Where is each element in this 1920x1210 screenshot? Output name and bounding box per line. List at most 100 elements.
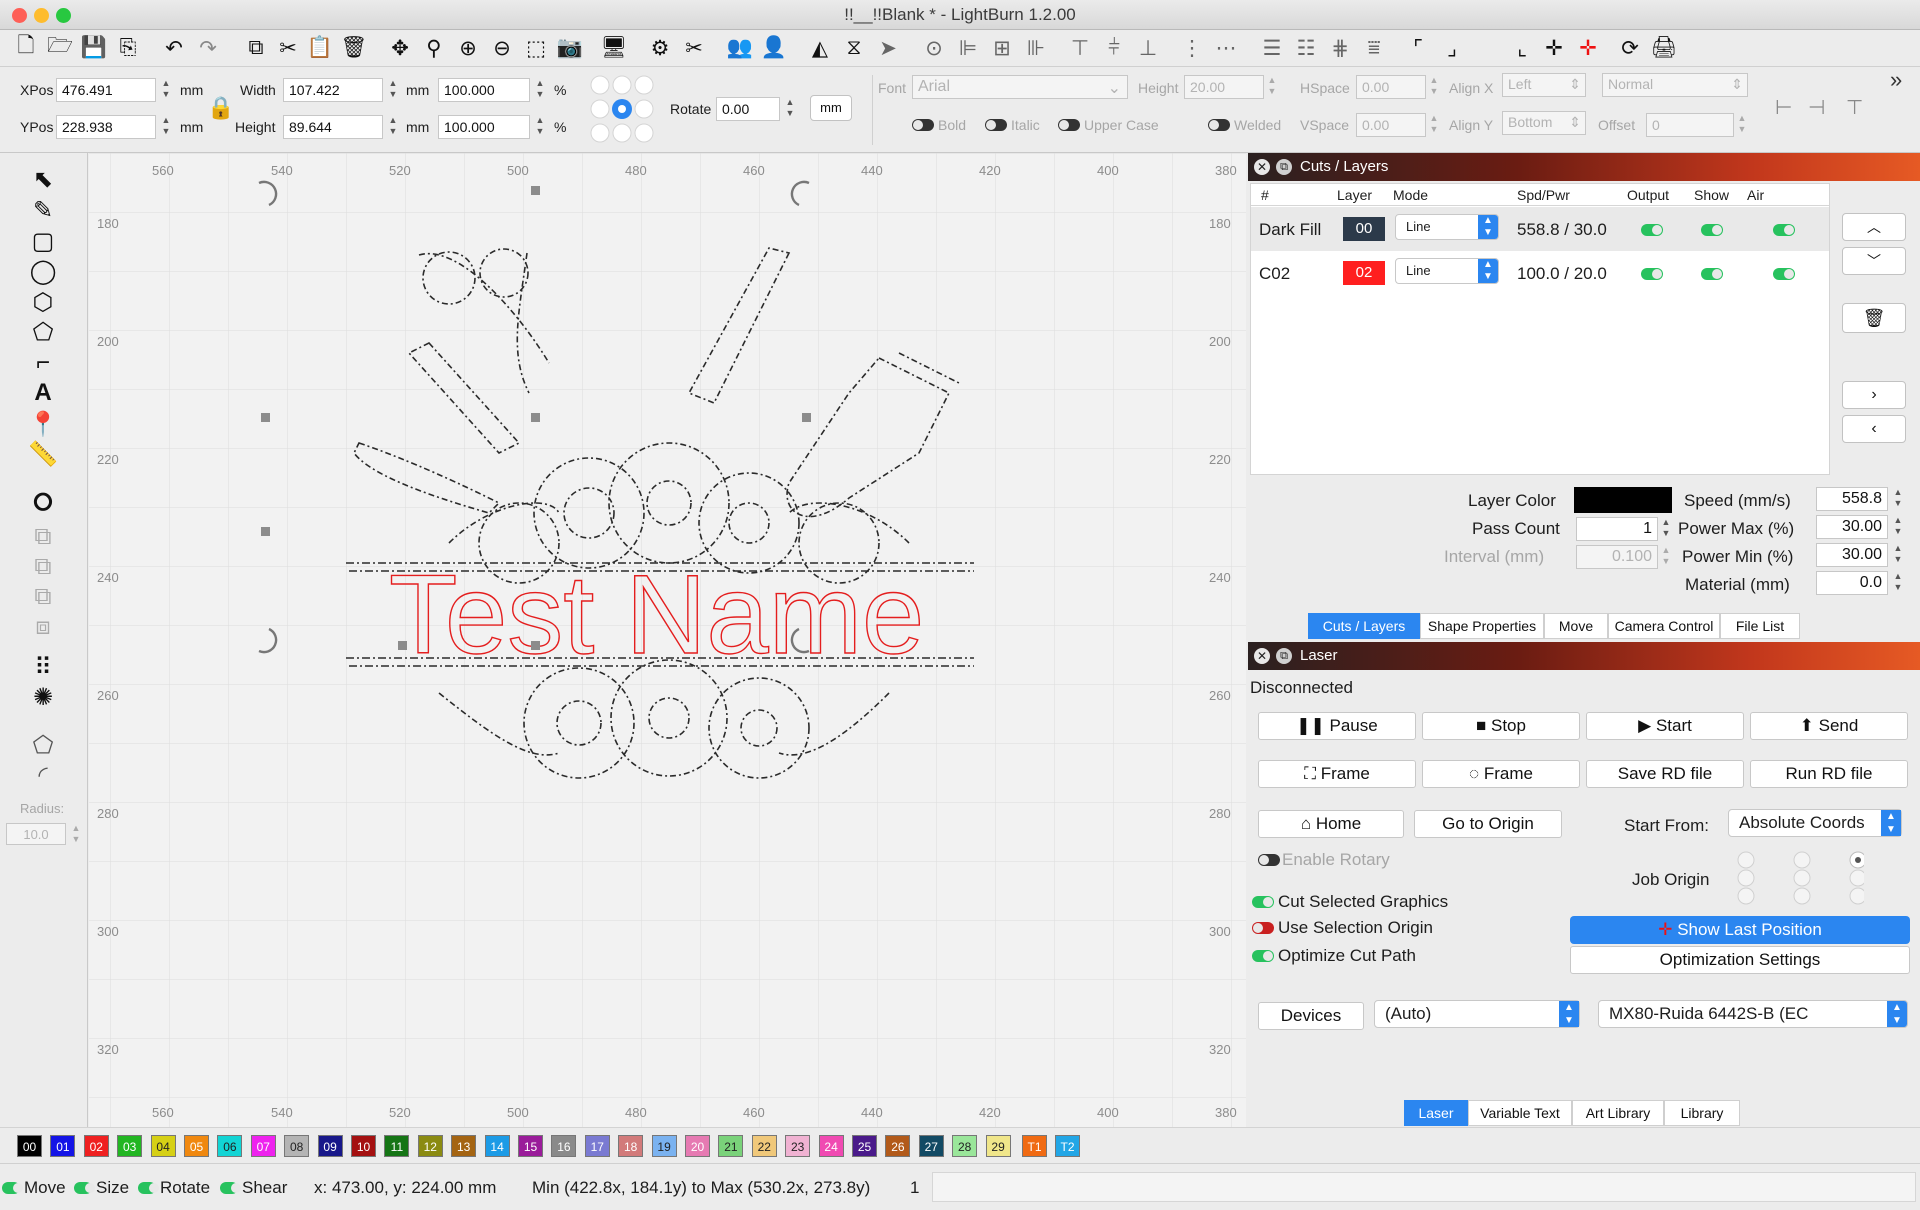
tab-library[interactable]: Library <box>1664 1100 1740 1126</box>
palette-swatch-03[interactable]: 03 <box>117 1135 143 1157</box>
output-toggle[interactable] <box>1641 224 1663 236</box>
start-from-select[interactable]: Absolute Coords ▲ ▼ <box>1728 809 1902 837</box>
save-as-icon[interactable]: ⎘ <box>114 34 142 62</box>
zoom-frame-icon[interactable]: ⬚ <box>522 34 550 62</box>
palette-swatch-00[interactable]: 00 <box>17 1135 42 1157</box>
units-toggle-button[interactable]: mm <box>810 95 852 121</box>
aligny-select[interactable]: Bottom ⇕ <box>1502 111 1586 135</box>
minimize-window-button[interactable] <box>34 8 49 23</box>
font-select[interactable]: Arial ⌄ <box>912 75 1128 99</box>
show-last-position-button[interactable]: ✛ Show Last Position <box>1570 916 1910 944</box>
offset-input[interactable] <box>1646 113 1734 137</box>
zoom-icon[interactable]: ⚲ <box>420 34 448 62</box>
palette-swatch-02[interactable]: 02 <box>83 1135 109 1157</box>
palette-swatch-17[interactable]: 17 <box>584 1135 610 1157</box>
pass-count-stepper[interactable]: ▲ ▼ <box>1660 517 1672 541</box>
run-rd-button[interactable]: Run RD file <box>1750 760 1908 788</box>
interval-input[interactable] <box>1576 545 1658 569</box>
grid-array-icon[interactable]: ⠿ <box>27 653 59 681</box>
fillet-tool-icon[interactable]: ◜ <box>27 761 59 789</box>
devices-button[interactable]: Devices <box>1258 1002 1364 1030</box>
align-bottom-icon[interactable]: ⊥ <box>1134 34 1162 62</box>
cut-icon[interactable]: ✂ <box>274 34 302 62</box>
alignx-select[interactable]: Left ⇕ <box>1502 73 1586 97</box>
position-laser-icon[interactable]: 📍 <box>27 410 59 438</box>
scale-width-stepper[interactable]: ▲ ▼ <box>534 78 546 102</box>
table-row[interactable]: C02 02 Line ▲ ▼ 100.0 / 20.0 <box>1251 251 1829 295</box>
users-icon[interactable]: 👥 <box>726 34 754 62</box>
move-layer-up-button[interactable]: ︿ <box>1842 213 1906 241</box>
radius-input[interactable] <box>6 823 66 845</box>
optimization-settings-button[interactable]: Optimization Settings <box>1570 946 1910 974</box>
distribute-h-icon[interactable]: ⋮ <box>1178 34 1206 62</box>
text-mode-select[interactable]: Normal ⇕ <box>1602 73 1748 97</box>
cut-selected-toggle[interactable] <box>1252 896 1274 908</box>
redo-icon[interactable]: ↷ <box>194 34 222 62</box>
palette-swatch-16[interactable]: 16 <box>551 1135 577 1157</box>
palette-swatch-01[interactable]: 01 <box>50 1135 76 1157</box>
ypos-input[interactable] <box>56 115 156 139</box>
palette-swatch-13[interactable]: 13 <box>451 1135 477 1157</box>
palette-swatch-05[interactable]: 05 <box>184 1135 209 1157</box>
hspace-input[interactable] <box>1356 75 1426 99</box>
tab-move[interactable]: Move <box>1544 613 1608 639</box>
align-top-icon[interactable]: ⊤ <box>1066 34 1094 62</box>
hspace-stepper[interactable]: ▲ ▼ <box>1428 75 1440 99</box>
device-select[interactable]: MX80-Ruida 6442S-B (EC ▲ ▼ <box>1598 1000 1908 1028</box>
rotate-toggle[interactable] <box>138 1182 159 1194</box>
corner-bl-icon[interactable]: ⌞ <box>1508 34 1536 62</box>
tools-icon[interactable]: ✂ <box>680 34 708 62</box>
xpos-input[interactable] <box>56 78 156 102</box>
corner-br-icon[interactable]: ⌟ <box>1438 34 1466 62</box>
close-icon[interactable]: ✕ <box>1254 648 1270 664</box>
palette-swatch-15[interactable]: 15 <box>518 1135 543 1157</box>
start-button[interactable]: ▶ Start <box>1586 712 1744 740</box>
line-tool-icon[interactable]: ⬠ <box>27 318 59 346</box>
move-layer-down-button[interactable]: ﹀ <box>1842 247 1906 275</box>
circular-frame-button[interactable]: ◌ Frame <box>1422 760 1580 788</box>
anchor-point-grid[interactable] <box>588 75 656 143</box>
frame-tool-icon[interactable]: ⌐ <box>27 349 59 377</box>
save-rd-button[interactable]: Save RD file <box>1586 760 1744 788</box>
palette-swatch-27[interactable]: 27 <box>918 1135 944 1157</box>
palette-swatch-10[interactable]: 10 <box>351 1135 376 1157</box>
device-port-select[interactable]: (Auto) ▲ ▼ <box>1374 1000 1580 1028</box>
power-max-input[interactable] <box>1816 515 1888 539</box>
zoom-window-button[interactable] <box>56 8 71 23</box>
tab-camera-control[interactable]: Camera Control <box>1608 613 1720 639</box>
align-middle-icon[interactable]: ⫩ <box>1100 34 1128 62</box>
edit-nodes-icon[interactable]: ✎ <box>27 196 59 224</box>
circular-array-icon[interactable]: ✺ <box>27 683 59 711</box>
output-toggle[interactable] <box>1641 268 1663 280</box>
frame-button[interactable]: ⛶ Frame <box>1258 760 1416 788</box>
scale-width-input[interactable] <box>438 78 530 102</box>
show-toggle[interactable] <box>1701 224 1723 236</box>
power-min-stepper[interactable]: ▲ ▼ <box>1892 543 1904 567</box>
camera-capture-icon[interactable]: 📷 <box>556 34 584 62</box>
design-text[interactable]: Test Name <box>388 551 925 677</box>
tab-shape-properties[interactable]: Shape Properties <box>1420 613 1544 639</box>
palette-swatch-T1[interactable]: T1 <box>1022 1135 1047 1157</box>
palette-swatch-18[interactable]: 18 <box>618 1135 644 1157</box>
palette-swatch-T2[interactable]: T2 <box>1055 1135 1080 1157</box>
offset-stepper[interactable]: ▲ ▼ <box>1736 113 1748 137</box>
use-selection-origin-toggle[interactable] <box>1252 922 1274 934</box>
align-center-icon[interactable]: ⊞ <box>988 34 1016 62</box>
palette-swatch-23[interactable]: 23 <box>785 1135 811 1157</box>
radius-stepper[interactable]: ▲ ▼ <box>70 823 82 847</box>
palette-swatch-14[interactable]: 14 <box>484 1135 510 1157</box>
palette-swatch-08[interactable]: 08 <box>284 1135 310 1157</box>
speed-input[interactable] <box>1816 487 1888 511</box>
width-stepper[interactable]: ▲ ▼ <box>387 78 399 102</box>
size-toggle[interactable] <box>74 1182 95 1194</box>
palette-swatch-07[interactable]: 07 <box>250 1135 276 1157</box>
pass-count-input[interactable] <box>1576 517 1658 541</box>
close-window-button[interactable] <box>12 8 27 23</box>
paste-icon[interactable]: 📋 <box>306 34 334 62</box>
space-equal-v-icon[interactable]: ⩸ <box>1360 34 1388 62</box>
close-icon[interactable]: ✕ <box>1254 159 1270 175</box>
width-input[interactable] <box>283 78 383 102</box>
material-input[interactable] <box>1816 571 1888 595</box>
material-stepper[interactable]: ▲ ▼ <box>1892 571 1904 595</box>
crosshair-icon[interactable]: ✛ <box>1540 34 1568 62</box>
